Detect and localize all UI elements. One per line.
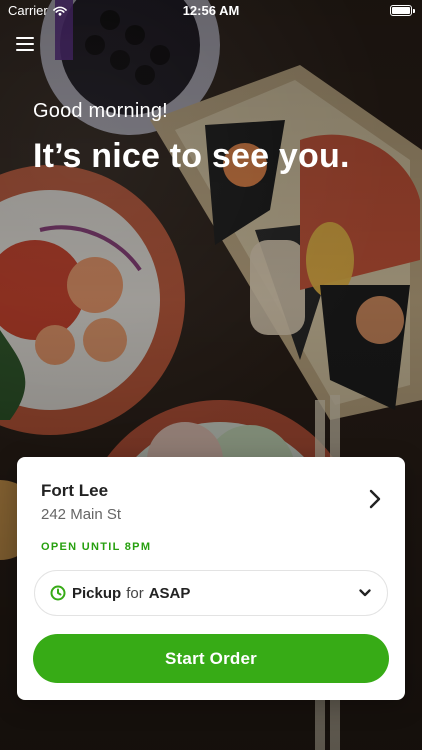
battery-icon xyxy=(390,5,415,16)
order-mode-select[interactable]: Pickup for ASAP xyxy=(34,570,388,616)
greeting-text: Good morning! xyxy=(33,100,168,122)
status-bar: Carrier 12:56 AM xyxy=(0,0,422,22)
menu-icon-bar xyxy=(16,49,34,51)
store-card: Fort Lee 242 Main St OPEN UNTIL 8PM Pick… xyxy=(17,457,405,700)
order-mode-connector: for xyxy=(126,584,144,602)
status-time: 12:56 AM xyxy=(182,3,240,18)
chevron-right-icon[interactable] xyxy=(369,489,381,509)
order-mode-label: Pickup xyxy=(72,584,122,602)
store-name[interactable]: Fort Lee xyxy=(41,481,108,501)
store-hours-status: OPEN UNTIL 8PM xyxy=(41,541,152,553)
battery-level xyxy=(392,7,410,14)
menu-icon-bar xyxy=(16,43,34,45)
start-order-button[interactable]: Start Order xyxy=(33,634,389,683)
order-time-label: ASAP xyxy=(148,584,191,602)
clock-icon xyxy=(50,585,66,601)
headline-text: It’s nice to see you. xyxy=(33,137,350,175)
menu-icon-bar xyxy=(16,37,34,39)
store-address[interactable]: 242 Main St xyxy=(41,506,121,523)
menu-button[interactable] xyxy=(16,37,34,51)
chevron-down-icon[interactable] xyxy=(359,589,371,597)
